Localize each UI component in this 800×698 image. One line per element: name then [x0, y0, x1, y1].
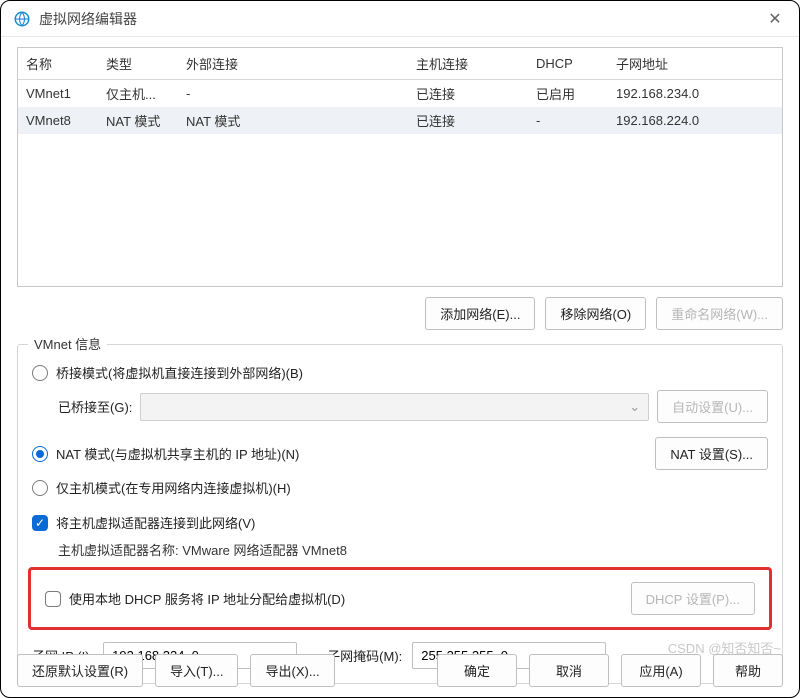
radio-hostonly[interactable]	[32, 480, 48, 496]
col-subnet[interactable]: 子网地址	[608, 48, 782, 80]
auto-settings-button[interactable]: 自动设置(U)...	[657, 390, 768, 423]
radio-nat[interactable]	[32, 446, 48, 462]
cell-host: 已连接	[408, 107, 528, 134]
nat-mode-option[interactable]: NAT 模式(与虚拟机共享主机的 IP 地址)(N)	[32, 444, 299, 463]
remove-network-button[interactable]: 移除网络(O)	[545, 297, 646, 330]
vmnet-info-group: VMnet 信息 桥接模式(将虚拟机直接连接到外部网络)(B) 已桥接至(G):…	[17, 344, 783, 684]
titlebar: 虚拟网络编辑器 ✕	[1, 1, 799, 37]
bridged-mode-row[interactable]: 桥接模式(将虚拟机直接连接到外部网络)(B)	[32, 363, 768, 382]
col-ext[interactable]: 外部连接	[178, 48, 408, 80]
footer-buttons: 还原默认设置(R) 导入(T)... 导出(X)... 确定 取消 应用(A) …	[1, 654, 799, 687]
app-icon	[13, 10, 31, 28]
cell-ext: NAT 模式	[178, 107, 408, 134]
col-type[interactable]: 类型	[98, 48, 178, 80]
network-table: 名称 类型 外部连接 主机连接 DHCP 子网地址 VMnet1 仅主机... …	[18, 48, 782, 134]
rename-network-button[interactable]: 重命名网络(W)...	[656, 297, 783, 330]
cancel-button[interactable]: 取消	[529, 654, 609, 687]
ok-button[interactable]: 确定	[437, 654, 517, 687]
apply-button[interactable]: 应用(A)	[621, 654, 701, 687]
cell-dhcp: -	[528, 107, 608, 134]
cell-subnet: 192.168.224.0	[608, 107, 782, 134]
close-icon[interactable]: ✕	[763, 7, 787, 31]
checkbox-use-dhcp[interactable]	[45, 591, 61, 607]
window-title: 虚拟网络编辑器	[39, 9, 137, 29]
network-buttons: 添加网络(E)... 移除网络(O) 重命名网络(W)...	[17, 297, 783, 330]
bridged-to-select[interactable]: ⌄	[140, 393, 649, 421]
content: 名称 类型 外部连接 主机连接 DHCP 子网地址 VMnet1 仅主机... …	[1, 37, 799, 684]
hostonly-mode-row[interactable]: 仅主机模式(在专用网络内连接虚拟机)(H)	[32, 478, 768, 497]
checkbox-connect-adapter-label: 将主机虚拟适配器连接到此网络(V)	[56, 513, 255, 532]
network-table-container: 名称 类型 外部连接 主机连接 DHCP 子网地址 VMnet1 仅主机... …	[17, 47, 783, 287]
use-dhcp-row[interactable]: 使用本地 DHCP 服务将 IP 地址分配给虚拟机(D)	[45, 589, 345, 608]
adapter-name-line: 主机虚拟适配器名称: VMware 网络适配器 VMnet8	[58, 540, 768, 559]
checkbox-connect-adapter[interactable]	[32, 515, 48, 531]
cell-name: VMnet1	[18, 80, 98, 108]
dhcp-highlight-box: 使用本地 DHCP 服务将 IP 地址分配给虚拟机(D) DHCP 设置(P).…	[28, 567, 772, 630]
radio-nat-label: NAT 模式(与虚拟机共享主机的 IP 地址)(N)	[56, 444, 299, 463]
cell-subnet: 192.168.234.0	[608, 80, 782, 108]
cell-dhcp: 已启用	[528, 80, 608, 108]
table-row[interactable]: VMnet8 NAT 模式 NAT 模式 已连接 - 192.168.224.0	[18, 107, 782, 134]
cell-type: NAT 模式	[98, 107, 178, 134]
checkbox-use-dhcp-label: 使用本地 DHCP 服务将 IP 地址分配给虚拟机(D)	[69, 589, 345, 608]
cell-host: 已连接	[408, 80, 528, 108]
chevron-down-icon: ⌄	[629, 399, 640, 415]
col-dhcp[interactable]: DHCP	[528, 48, 608, 80]
col-host[interactable]: 主机连接	[408, 48, 528, 80]
bridged-to-row: 已桥接至(G): ⌄ 自动设置(U)...	[58, 390, 768, 423]
table-header-row: 名称 类型 外部连接 主机连接 DHCP 子网地址	[18, 48, 782, 80]
restore-defaults-button[interactable]: 还原默认设置(R)	[17, 654, 143, 687]
help-button[interactable]: 帮助	[713, 654, 783, 687]
import-button[interactable]: 导入(T)...	[155, 654, 238, 687]
cell-type: 仅主机...	[98, 80, 178, 108]
cell-name: VMnet8	[18, 107, 98, 134]
export-button[interactable]: 导出(X)...	[250, 654, 334, 687]
connect-adapter-row[interactable]: 将主机虚拟适配器连接到此网络(V)	[32, 513, 768, 532]
vmnet-info-legend: VMnet 信息	[28, 334, 107, 353]
cell-ext: -	[178, 80, 408, 108]
add-network-button[interactable]: 添加网络(E)...	[425, 297, 535, 330]
dhcp-settings-button[interactable]: DHCP 设置(P)...	[631, 582, 755, 615]
col-name[interactable]: 名称	[18, 48, 98, 80]
radio-bridged-label: 桥接模式(将虚拟机直接连接到外部网络)(B)	[56, 363, 303, 382]
table-row[interactable]: VMnet1 仅主机... - 已连接 已启用 192.168.234.0	[18, 80, 782, 108]
radio-hostonly-label: 仅主机模式(在专用网络内连接虚拟机)(H)	[56, 478, 291, 497]
nat-mode-row: NAT 模式(与虚拟机共享主机的 IP 地址)(N) NAT 设置(S)...	[32, 437, 768, 470]
bridged-to-label: 已桥接至(G):	[58, 397, 132, 416]
nat-settings-button[interactable]: NAT 设置(S)...	[655, 437, 768, 470]
radio-bridged[interactable]	[32, 365, 48, 381]
